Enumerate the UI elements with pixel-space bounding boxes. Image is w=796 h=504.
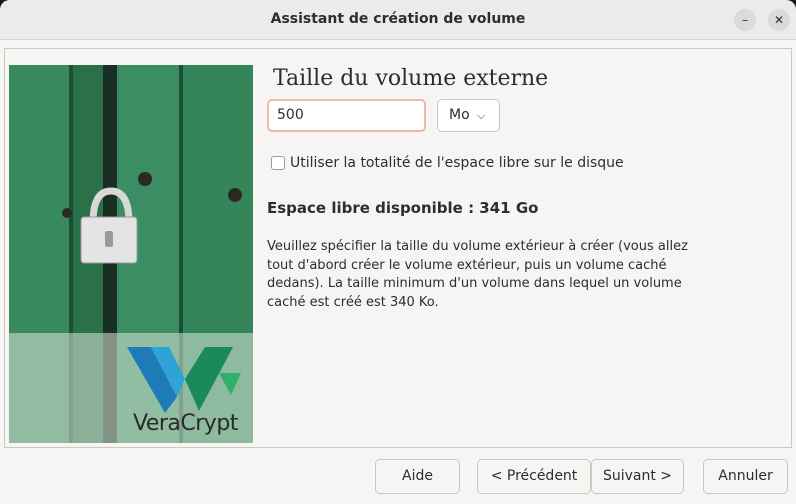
previous-button[interactable]: < Précédent — [477, 459, 591, 494]
use-all-space-checkbox[interactable] — [271, 156, 285, 170]
description-line: caché est créé est 340 Ko. — [267, 294, 439, 310]
volume-size-input[interactable]: 500 — [267, 99, 426, 132]
next-button[interactable]: Suivant > — [591, 459, 684, 494]
window-title: Assistant de création de volume — [270, 11, 526, 27]
description-line: tout d'abord créer le volume extérieur, … — [267, 257, 667, 273]
chevron-down-icon: ⌵ — [477, 109, 486, 122]
minimize-button[interactable]: – — [734, 9, 756, 31]
help-button[interactable]: Aide — [375, 459, 460, 494]
use-all-space-label[interactable]: Utiliser la totalité de l'espace libre s… — [290, 155, 624, 171]
padlock-icon — [9, 65, 253, 443]
cancel-button[interactable]: Annuler — [703, 459, 788, 494]
brand-name: VeraCrypt — [133, 411, 238, 436]
title-bar: Assistant de création de volume – ✕ — [0, 0, 796, 40]
description-text: Veuillez spécifier la taille du volume e… — [267, 238, 707, 312]
free-space-text: Espace libre disponible : 341 Go — [267, 199, 539, 217]
veracrypt-banner: VeraCrypt — [9, 65, 253, 443]
description-line: dedans). La taille minimum d'un volume d… — [267, 276, 682, 291]
wizard-window: Assistant de création de volume – ✕ Vera… — [0, 0, 796, 504]
unit-dropdown[interactable]: Mo ⌵ — [437, 99, 500, 132]
description-line: Veuillez spécifier la taille du volume e… — [267, 239, 688, 254]
page-title: Taille du volume externe — [273, 66, 549, 91]
unit-value: Mo — [449, 107, 470, 123]
close-button[interactable]: ✕ — [768, 9, 790, 31]
